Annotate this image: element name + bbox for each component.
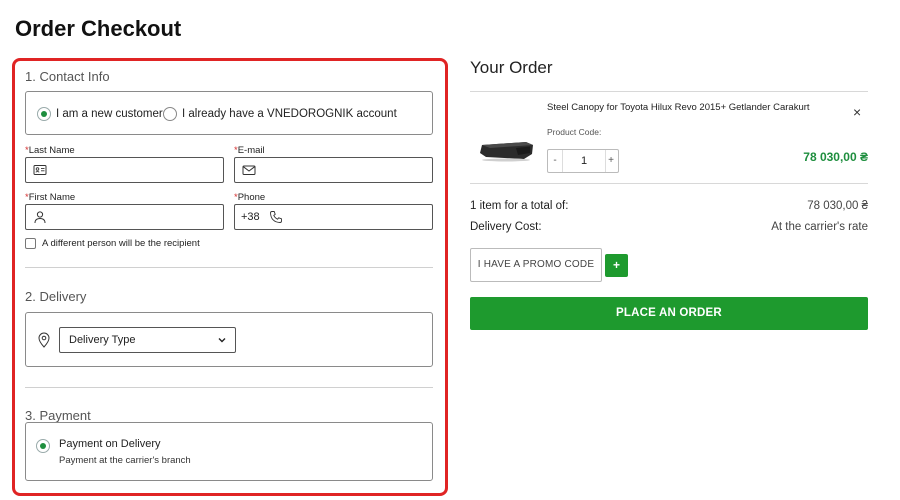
quantity-stepper: - 1 + (547, 149, 619, 173)
radio-existing-account-label: I already have a VNEDOROGNIK account (182, 107, 397, 120)
different-recipient-label: A different person will be the recipient (42, 238, 200, 249)
payment-on-delivery-radio[interactable] (36, 439, 50, 453)
delivery-type-select[interactable]: Delivery Type (59, 327, 236, 353)
order-divider-top (470, 91, 868, 92)
product-image[interactable] (476, 138, 536, 162)
id-card-icon (33, 165, 47, 175)
envelope-icon (242, 165, 256, 175)
total-label: 1 item for a total of: (470, 200, 569, 212)
radio-new-customer[interactable]: I am a new customer (37, 105, 163, 123)
quantity-decrease-button[interactable]: - (548, 150, 562, 172)
last-name-field[interactable] (25, 157, 224, 183)
phone-field[interactable]: +38 (234, 204, 433, 230)
delivery-box: Delivery Type (25, 312, 433, 367)
order-title: Your Order (470, 58, 553, 77)
section-divider (25, 267, 433, 268)
payment-box: Payment on Delivery Payment at the carri… (25, 422, 433, 481)
person-icon (34, 211, 46, 224)
promo-add-button[interactable]: + (605, 254, 628, 277)
last-name-label: *Last Name (25, 145, 75, 156)
payment-section-title: 3. Payment (25, 408, 91, 423)
email-field[interactable] (234, 157, 433, 183)
phone-label: *Phone (234, 192, 265, 203)
email-label: *E-mail (234, 145, 265, 156)
place-order-button[interactable]: PLACE AN ORDER (470, 297, 868, 330)
radio-existing-account-indicator[interactable] (163, 106, 177, 121)
chevron-down-icon (218, 338, 226, 343)
product-price: 78 030,00 ₴ (803, 150, 868, 164)
quantity-increase-button[interactable]: + (604, 150, 618, 172)
first-name-label: *First Name (25, 192, 75, 203)
radio-new-customer-label: I am a new customer (56, 107, 163, 120)
total-value: 78 030,00 ₴ (807, 200, 868, 212)
first-name-field[interactable] (25, 204, 224, 230)
page-title: Order Checkout (15, 16, 182, 41)
first-name-label-text: First Name (28, 192, 76, 203)
location-pin-icon (38, 332, 50, 348)
payment-option-subtitle: Payment at the carrier's branch (59, 455, 191, 466)
last-name-label-text: Last Name (28, 145, 75, 156)
contact-section-title: 1. Contact Info (25, 69, 110, 84)
email-label-text: E-mail (237, 145, 265, 156)
phone-label-text: Phone (237, 192, 266, 203)
order-divider-bottom (470, 183, 868, 184)
product-name[interactable]: Steel Canopy for Toyota Hilux Revo 2015+… (547, 102, 810, 113)
customer-type-box: I am a new customer I already have a VNE… (25, 91, 433, 135)
close-icon[interactable]: × (853, 105, 861, 119)
radio-new-customer-indicator[interactable] (37, 106, 51, 121)
promo-code-button[interactable]: I HAVE A PROMO CODE (470, 248, 602, 282)
different-recipient-checkbox[interactable] (25, 238, 36, 249)
section-divider (25, 387, 433, 388)
delivery-section-title: 2. Delivery (25, 289, 87, 304)
phone-icon (270, 211, 282, 223)
payment-option-title: Payment on Delivery (59, 438, 161, 450)
checkout-form-panel: 1. Contact Info I am a new customer I al… (12, 58, 448, 496)
product-code-label: Product Code: (547, 127, 602, 137)
quantity-input[interactable]: 1 (562, 150, 606, 172)
delivery-cost-label: Delivery Cost: (470, 221, 542, 233)
delivery-type-value: Delivery Type (69, 334, 136, 346)
phone-prefix: +38 (241, 211, 260, 223)
delivery-cost-value: At the carrier's rate (771, 221, 868, 233)
radio-existing-account[interactable]: I already have a VNEDOROGNIK account (163, 105, 397, 123)
